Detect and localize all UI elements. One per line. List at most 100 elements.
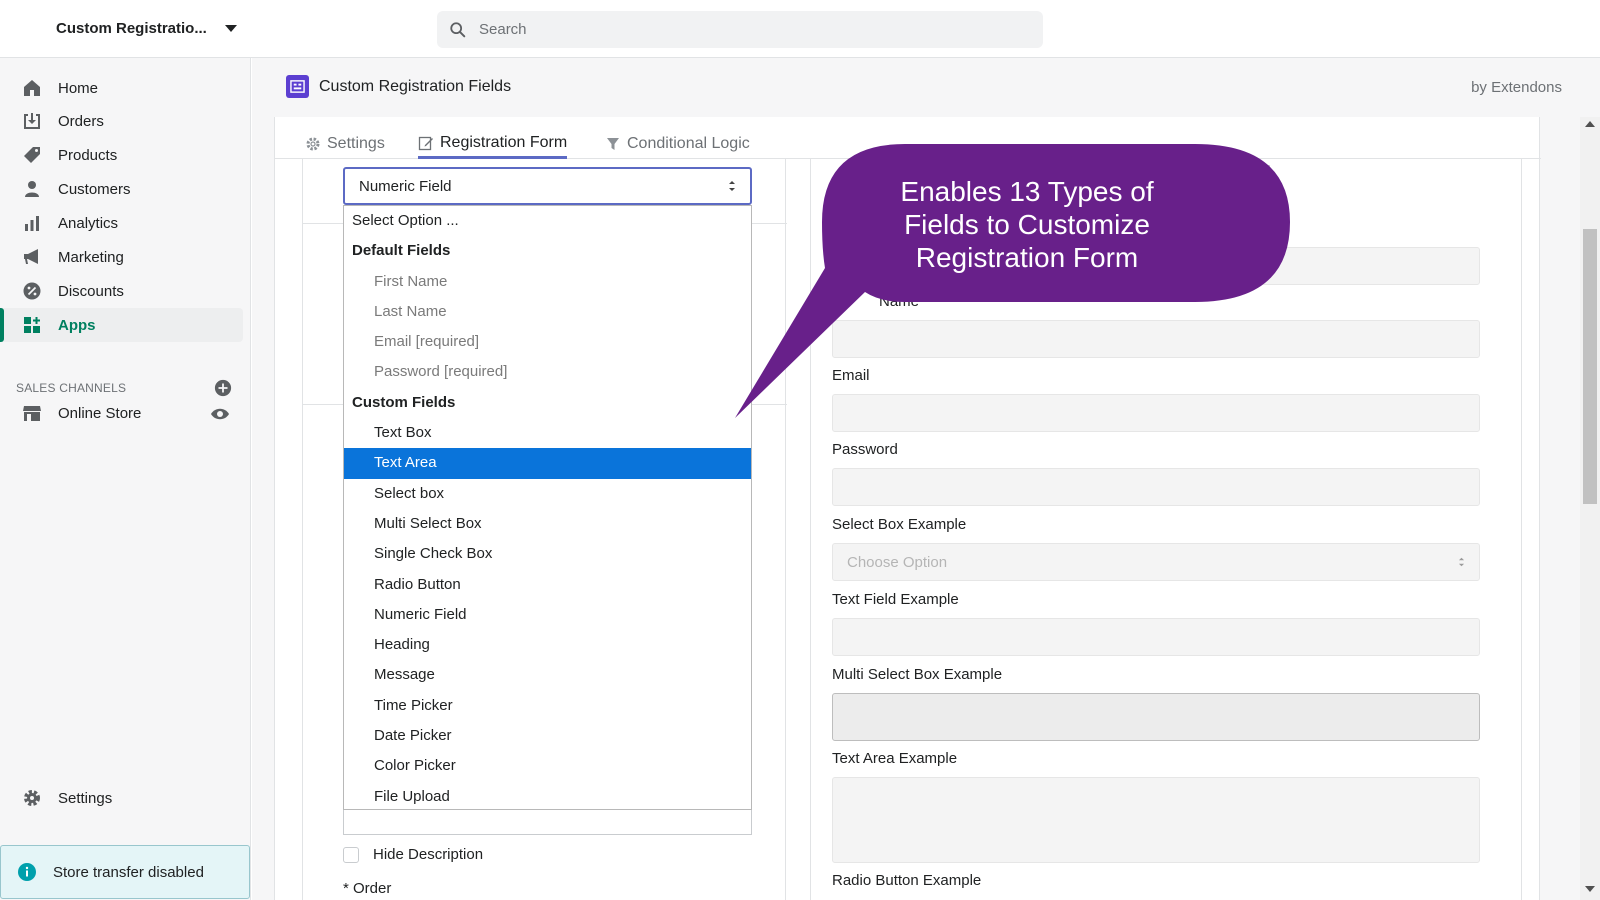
- radio-button-label: Radio Button Example: [832, 872, 982, 889]
- sidebar-item-customers[interactable]: Customers: [0, 172, 243, 206]
- order-label: * Order: [343, 880, 392, 897]
- sidebar-item-online-store[interactable]: Online Store: [0, 396, 243, 430]
- last-name-field[interactable]: [832, 320, 1480, 358]
- app-title: Custom Registration Fields: [319, 78, 512, 95]
- page-scrollbar[interactable]: [1580, 117, 1600, 900]
- store-icon: [23, 406, 41, 421]
- tab-label: Conditional Logic: [627, 135, 750, 152]
- field-input-box[interactable]: [343, 810, 752, 835]
- listbox-option[interactable]: Select box: [344, 479, 751, 509]
- hide-description-label: Hide Description: [373, 846, 484, 863]
- listbox-option[interactable]: Single Check Box: [344, 539, 751, 569]
- sidebar-item-marketing[interactable]: Marketing: [0, 240, 243, 274]
- password-label: Password: [832, 441, 898, 458]
- listbox-option[interactable]: Numeric Field: [344, 600, 751, 630]
- listbox-option: First Name: [374, 272, 448, 290]
- tab-settings[interactable]: Settings: [305, 129, 385, 159]
- search-bar[interactable]: [437, 11, 1043, 48]
- sidebar-item-label: Analytics: [58, 214, 119, 232]
- sidebar-item-label: Customers: [58, 180, 131, 198]
- text-field-label: Text Field Example: [832, 591, 959, 608]
- add-channel-icon[interactable]: [214, 379, 232, 397]
- listbox-option[interactable]: Text Box: [344, 418, 751, 448]
- sidebar-item-products[interactable]: Products: [0, 138, 243, 172]
- home-icon: [24, 80, 40, 96]
- listbox-option[interactable]: Color Picker: [344, 751, 751, 781]
- apps-icon: [24, 317, 40, 333]
- sidebar-item-apps[interactable]: Apps: [0, 308, 243, 342]
- listbox-option: Password [required]: [374, 363, 508, 381]
- discount-icon: [23, 282, 41, 300]
- filter-icon: [607, 138, 619, 150]
- sidebar-item-discounts[interactable]: Discounts: [0, 274, 243, 308]
- sidebar-item-label: Apps: [58, 316, 96, 334]
- select-box-placeholder: Choose Option: [847, 553, 948, 571]
- listbox-option[interactable]: File Upload: [344, 782, 751, 812]
- listbox-option: Last Name: [374, 302, 447, 320]
- text-area-label: Text Area Example: [832, 750, 958, 767]
- sidebar-item-label: Orders: [58, 112, 104, 130]
- listbox-option[interactable]: Multi Select Box: [344, 509, 751, 539]
- callout-text: Enables 13 Types of Fields to Customize …: [842, 175, 1212, 274]
- app-vendor[interactable]: by Extendons: [1471, 79, 1562, 96]
- sidebar-item-label: Products: [58, 146, 118, 164]
- sales-channels-title: SALES CHANNELS: [16, 381, 127, 395]
- text-field-example[interactable]: [832, 618, 1480, 656]
- store-transfer-notice: Store transfer disabled: [0, 845, 250, 899]
- listbox-option: Email [required]: [374, 333, 480, 351]
- search-input[interactable]: [479, 21, 1019, 38]
- eye-icon[interactable]: [210, 404, 230, 424]
- sidebar-item-home[interactable]: Home: [0, 71, 243, 105]
- top-bar: Custom Registratio...: [0, 0, 1600, 58]
- listbox-option[interactable]: Radio Button: [344, 570, 751, 600]
- gear-icon: [24, 790, 40, 806]
- person-icon: [25, 181, 39, 197]
- option-group-label: Default Fields: [352, 242, 451, 260]
- form-icon: [290, 80, 305, 93]
- sidebar-item-label: Marketing: [58, 248, 124, 266]
- tab-label: Settings: [327, 135, 385, 152]
- scroll-down-arrow-icon[interactable]: [1585, 886, 1595, 892]
- sidebar-item-label: Online Store: [58, 404, 142, 422]
- text-area-example[interactable]: [832, 777, 1480, 863]
- callout-line: Enables 13 Types of: [900, 176, 1154, 207]
- listbox-option[interactable]: Time Picker: [344, 691, 751, 721]
- select-box-example[interactable]: Choose Option: [832, 543, 1480, 581]
- password-field[interactable]: [832, 468, 1480, 506]
- sidebar-item-analytics[interactable]: Analytics: [0, 206, 243, 240]
- multi-select-example[interactable]: [832, 693, 1480, 741]
- email-field[interactable]: [832, 394, 1480, 432]
- scroll-thumb[interactable]: [1583, 229, 1597, 504]
- listbox-option[interactable]: Message: [344, 660, 751, 690]
- callout-line: Registration Form: [915, 242, 1139, 273]
- orders-icon: [24, 113, 40, 129]
- tab-bar: Settings Registration Form Conditional L…: [275, 117, 1541, 159]
- sidebar-item-label: Home: [58, 79, 99, 97]
- listbox-option[interactable]: Select Option ...: [344, 206, 751, 236]
- search-icon: [450, 21, 466, 37]
- callout-line: Fields to Customize: [904, 209, 1150, 240]
- scroll-up-arrow-icon[interactable]: [1585, 121, 1595, 127]
- tab-registration-form[interactable]: Registration Form: [418, 129, 568, 159]
- store-name: Custom Registratio...: [56, 20, 207, 37]
- option-group-label: Custom Fields: [352, 393, 456, 411]
- preview-heading: t: [1263, 159, 1273, 192]
- email-label: Email: [832, 367, 870, 384]
- field-type-value: Numeric Field: [359, 177, 452, 195]
- listbox-option[interactable]: Date Picker: [344, 721, 751, 751]
- sidebar-item-label: Settings: [58, 789, 113, 807]
- listbox-option[interactable]: Text Area: [344, 448, 751, 479]
- hide-description-checkbox[interactable]: [343, 846, 359, 863]
- sidebar: Home Orders Products Customers Analytics…: [0, 58, 251, 900]
- multi-select-label: Multi Select Box Example: [832, 666, 1003, 683]
- select-box-label: Select Box Example: [832, 516, 967, 533]
- sidebar-item-settings[interactable]: Settings: [0, 781, 243, 815]
- field-type-listbox: Select Option ... Default Fields First Nam…: [343, 205, 752, 810]
- field-type-select[interactable]: Numeric Field: [343, 167, 752, 205]
- listbox-option[interactable]: Heading: [344, 630, 751, 660]
- tab-conditional-logic[interactable]: Conditional Logic: [605, 129, 750, 159]
- store-switcher[interactable]: Custom Registratio...: [56, 20, 237, 37]
- sidebar-item-orders[interactable]: Orders: [0, 104, 243, 138]
- sidebar-item-label: Discounts: [58, 282, 124, 300]
- bar-chart-icon: [25, 216, 39, 231]
